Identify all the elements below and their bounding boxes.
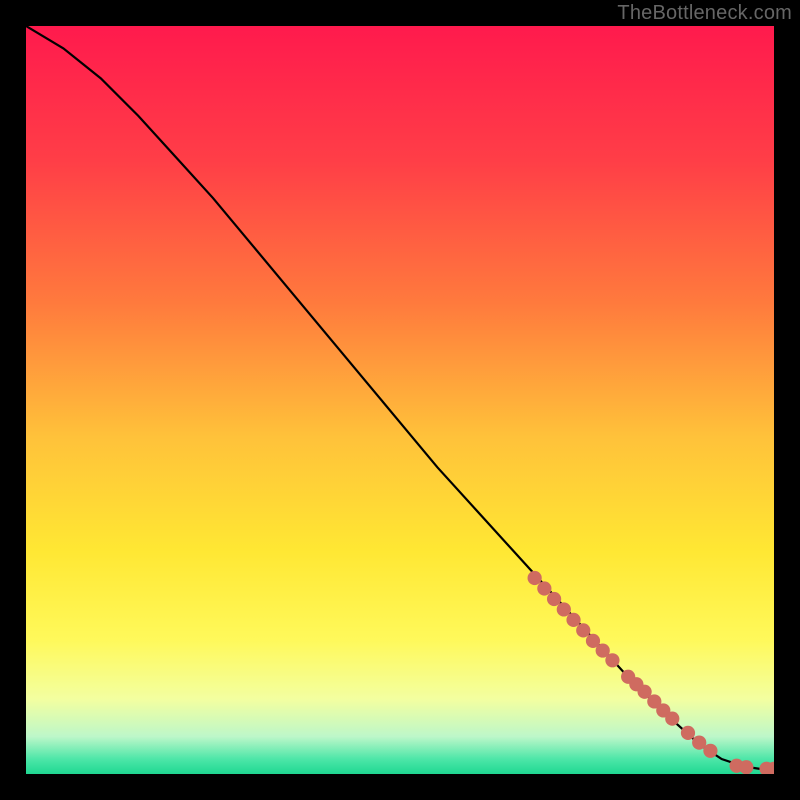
gradient-rect (26, 26, 774, 774)
highlight-dot (605, 653, 619, 667)
watermark-label: TheBottleneck.com (617, 2, 792, 25)
plot-area (26, 26, 774, 774)
highlight-dot (576, 623, 590, 637)
chart-stage: TheBottleneck.com (0, 0, 800, 800)
highlight-dot (703, 744, 717, 758)
highlight-dot (557, 602, 571, 616)
highlight-dot (537, 581, 551, 595)
highlight-dot (566, 613, 580, 627)
highlight-dot (547, 592, 561, 606)
highlight-dot (528, 571, 542, 585)
highlight-dot (681, 726, 695, 740)
highlight-dot (665, 712, 679, 726)
highlight-dot (739, 760, 753, 774)
